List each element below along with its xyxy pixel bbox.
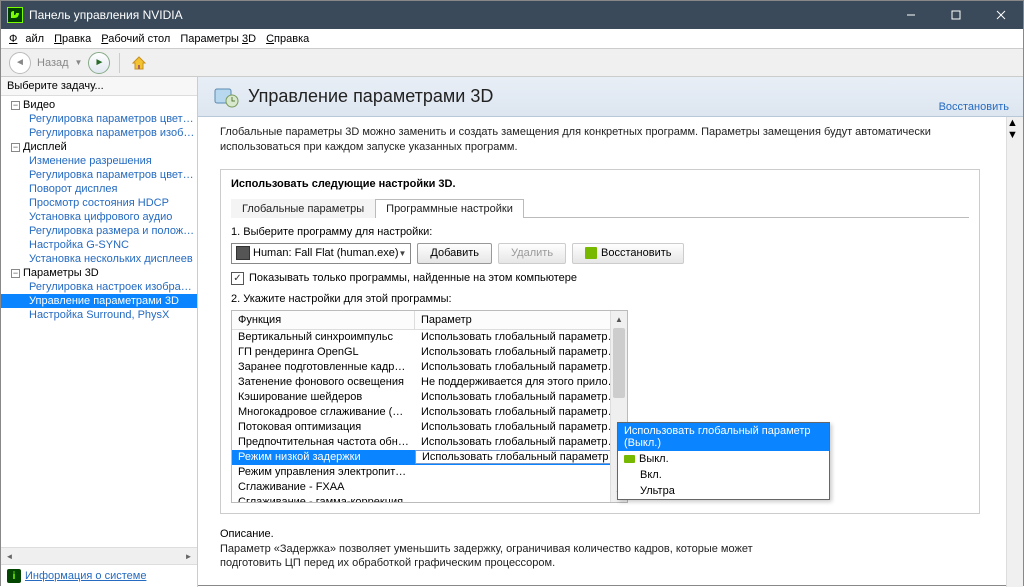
tree-item[interactable]: Регулировка настроек изображения с п (1, 280, 197, 294)
restore-button: Восстановить (572, 243, 684, 264)
content-vscroll[interactable]: ▲▼ (1006, 117, 1023, 587)
step2-label: 2. Укажите настройки для этой программы: (231, 293, 969, 305)
chevron-down-icon: ▼ (399, 249, 407, 258)
window-title: Панель управления NVIDIA (29, 8, 183, 22)
tree-item[interactable]: Установка цифрового аудио (1, 210, 197, 224)
tree-item[interactable]: Изменение разрешения (1, 154, 197, 168)
restore-link[interactable]: Восстановить (939, 101, 1009, 116)
tree-group-video[interactable]: −Видео (1, 98, 197, 112)
collapse-icon[interactable]: − (11, 101, 20, 110)
description-text: Параметр «Задержка» позволяет уменьшить … (220, 542, 780, 571)
table-row[interactable]: Затенение фонового освещенияНе поддержив… (232, 375, 627, 390)
table-row[interactable]: Вертикальный синхроимпульсИспользовать г… (232, 330, 627, 345)
sidebar: Выберите задачу... −Видео Регулировка па… (1, 77, 198, 587)
content: Управление параметрами 3D Восстановить Г… (198, 77, 1023, 587)
nvidia-dot-icon (624, 455, 635, 463)
tree-item[interactable]: Регулировка параметров цвета для вид (1, 112, 197, 126)
table-header: Функция Параметр (232, 311, 627, 330)
menu-desktop[interactable]: Рабочий стол (97, 31, 174, 47)
nvidia-app-icon (7, 7, 23, 23)
toolbar: ◄ Назад ▼ ► (1, 49, 1023, 77)
description-section: Описание. Параметр «Задержка» позволяет … (220, 528, 1009, 571)
menu-file[interactable]: Файл (5, 31, 48, 47)
menubar: Файл Правка Рабочий стол Параметры 3D Сп… (1, 29, 1023, 49)
back-label: Назад (37, 57, 69, 69)
back-button[interactable]: ◄ (9, 52, 31, 74)
tab-program[interactable]: Программные настройки (375, 199, 524, 218)
collapse-icon[interactable]: − (11, 269, 20, 278)
step1-label: 1. Выберите программу для настройки: (231, 226, 969, 238)
page-header: Управление параметрами 3D Восстановить (198, 77, 1023, 117)
tree-item[interactable]: Установка нескольких дисплеев (1, 252, 197, 266)
page-header-icon (212, 83, 240, 111)
close-button[interactable] (978, 1, 1023, 29)
tree-item[interactable]: Поворот дисплея (1, 182, 197, 196)
table-row[interactable]: Режим низкой задержкиИспользовать глобал… (232, 450, 627, 465)
dropdown-option[interactable]: Ультра (618, 483, 829, 499)
intro-text: Глобальные параметры 3D можно заменить и… (220, 125, 1009, 155)
remove-button: Удалить (498, 243, 566, 264)
menu-3d[interactable]: Параметры 3D (176, 31, 260, 47)
sidebar-hscroll[interactable]: ◄► (1, 547, 197, 564)
page-title: Управление параметрами 3D (248, 86, 493, 107)
th-function[interactable]: Функция (232, 311, 415, 329)
description-title: Описание. (220, 528, 1009, 540)
th-parameter[interactable]: Параметр (415, 311, 627, 329)
info-icon: i (7, 569, 21, 583)
home-button[interactable] (129, 53, 149, 73)
forward-button[interactable]: ► (88, 52, 110, 74)
settings-table: Функция Параметр Вертикальный синхроимпу… (231, 310, 628, 503)
parameter-dropdown: Использовать глобальный параметр (Выкл.)… (617, 422, 830, 500)
checkbox-checked-icon: ✓ (231, 272, 244, 285)
table-row[interactable]: Многокадровое сглаживание (MFAA)Использо… (232, 405, 627, 420)
minimize-button[interactable] (888, 1, 933, 29)
tree-item[interactable]: Регулировка размера и положения рабо (1, 224, 197, 238)
collapse-icon[interactable]: − (11, 143, 20, 152)
back-chevron-icon[interactable]: ▼ (75, 58, 83, 67)
sidebar-header: Выберите задачу... (1, 77, 197, 96)
tree-group-display[interactable]: −Дисплей (1, 140, 197, 154)
menu-edit[interactable]: Правка (50, 31, 95, 47)
group-title: Использовать следующие настройки 3D. (231, 178, 969, 190)
tree-item[interactable]: Просмотр состояния HDCP (1, 196, 197, 210)
table-row[interactable]: Сглаживание - гамма-коррекция (232, 495, 627, 502)
table-row[interactable]: Предпочтительная частота обновления...Ис… (232, 435, 627, 450)
add-button[interactable]: Добавить (417, 243, 492, 264)
dropdown-option[interactable]: Вкл. (618, 467, 829, 483)
table-row[interactable]: Режим управления электропитанием (232, 465, 627, 480)
tree-item[interactable]: Настройка G-SYNC (1, 238, 197, 252)
sidebar-footer: i Информация о системе (1, 564, 197, 587)
table-row[interactable]: Сглаживание - FXAA (232, 480, 627, 495)
tree-item[interactable]: Регулировка параметров цвета рабоче (1, 168, 197, 182)
table-row[interactable]: ГП рендеринга OpenGLИспользовать глобаль… (232, 345, 627, 360)
table-row[interactable]: Кэширование шейдеровИспользовать глобаль… (232, 390, 627, 405)
table-body: Вертикальный синхроимпульсИспользовать г… (232, 330, 627, 502)
settings-group: Использовать следующие настройки 3D. Гло… (220, 169, 980, 514)
tabs: Глобальные параметры Программные настрой… (231, 198, 969, 218)
task-tree: −Видео Регулировка параметров цвета для … (1, 96, 197, 547)
tab-global[interactable]: Глобальные параметры (231, 199, 375, 218)
table-row[interactable]: Заранее подготовленные кадры вирту...Исп… (232, 360, 627, 375)
app-icon (236, 246, 250, 260)
nvidia-logo-icon (585, 247, 597, 259)
menu-help[interactable]: Справка (262, 31, 313, 47)
system-info-link[interactable]: Информация о системе (25, 570, 146, 582)
titlebar: Панель управления NVIDIA (1, 1, 1023, 29)
tree-item[interactable]: Настройка Surround, PhysX (1, 308, 197, 322)
tree-item-manage-3d[interactable]: Управление параметрами 3D (1, 294, 197, 308)
dropdown-option[interactable]: Выкл. (618, 451, 829, 467)
program-select[interactable]: Human: Fall Flat (human.exe)▼ (231, 243, 411, 264)
dropdown-option[interactable]: Использовать глобальный параметр (Выкл.) (618, 423, 829, 451)
tree-item[interactable]: Регулировка параметров изображения (1, 126, 197, 140)
maximize-button[interactable] (933, 1, 978, 29)
tree-group-3d[interactable]: −Параметры 3D (1, 266, 197, 280)
table-row[interactable]: Потоковая оптимизацияИспользовать глобал… (232, 420, 627, 435)
show-only-found-checkbox[interactable]: ✓Показывать только программы, найденные … (231, 272, 969, 285)
